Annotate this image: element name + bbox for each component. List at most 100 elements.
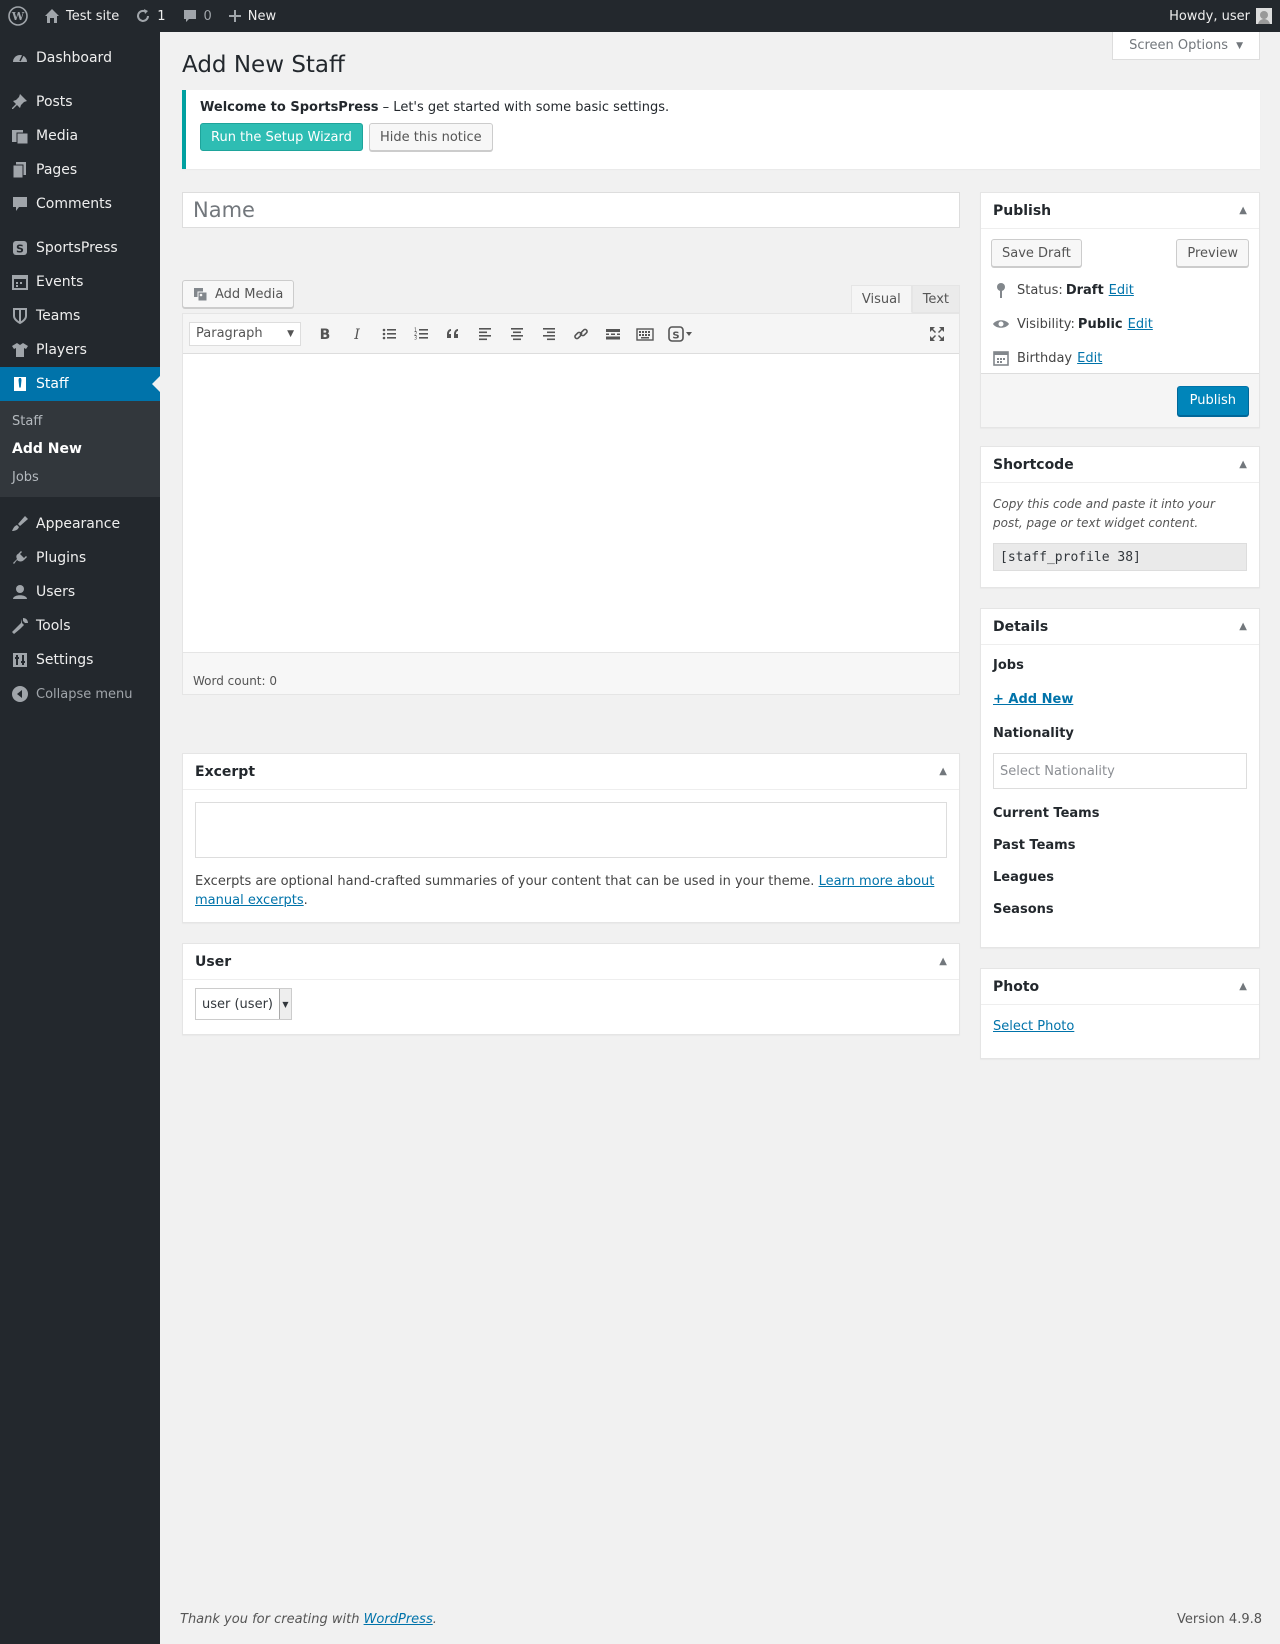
pin-icon (10, 92, 30, 112)
publish-button[interactable]: Publish (1176, 385, 1249, 416)
blockquote-icon[interactable] (437, 320, 469, 348)
collapse-arrow-icon[interactable]: ▲ (939, 766, 947, 777)
calendar-icon (10, 272, 30, 292)
menu-label: Plugins (36, 550, 87, 566)
align-left-icon[interactable] (469, 320, 501, 348)
wordpress-link[interactable]: WordPress (364, 1612, 433, 1627)
screen-options-button[interactable]: Screen Options ▼ (1112, 32, 1260, 60)
edit-status-link[interactable]: Edit (1109, 283, 1134, 298)
menu-dashboard[interactable]: Dashboard (0, 41, 160, 75)
excerpt-help-text: Excerpts are optional hand-crafted summa… (195, 874, 815, 889)
submenu-staff[interactable]: Staff (0, 407, 160, 435)
select-photo-link[interactable]: Select Photo (993, 1019, 1074, 1034)
shortcode-header[interactable]: Shortcode ▲ (981, 447, 1259, 483)
user-select-value: user (user) (202, 996, 273, 1012)
italic-icon[interactable]: I (341, 320, 373, 348)
menu-staff[interactable]: Staff (0, 367, 160, 401)
preview-button[interactable]: Preview (1176, 239, 1249, 267)
excerpt-title: Excerpt (195, 763, 256, 780)
keyboard-icon[interactable] (629, 320, 661, 348)
add-media-icon (193, 286, 209, 302)
menu-tools[interactable]: Tools (0, 609, 160, 643)
shortcode-field[interactable]: [staff_profile 38] (993, 543, 1247, 571)
comment-icon (182, 8, 198, 24)
comments-link[interactable]: 0 (174, 0, 220, 32)
excerpt-header[interactable]: Excerpt ▲ (183, 754, 959, 790)
nationality-select[interactable]: Select Nationality (993, 753, 1247, 789)
photo-box: Photo ▲ Select Photo (980, 968, 1260, 1059)
collapse-icon (10, 684, 30, 704)
edit-birthday-link[interactable]: Edit (1077, 351, 1102, 366)
bold-icon[interactable]: B (309, 320, 341, 348)
add-media-button[interactable]: Add Media (182, 280, 295, 308)
menu-sportspress[interactable]: S SportsPress (0, 231, 160, 265)
user-header[interactable]: User ▲ (183, 944, 959, 980)
details-header[interactable]: Details ▲ (981, 609, 1259, 645)
menu-players[interactable]: Players (0, 333, 160, 367)
collapse-arrow-icon[interactable]: ▲ (1239, 621, 1247, 632)
menu-appearance[interactable]: Appearance (0, 507, 160, 541)
menu-label: Collapse menu (36, 686, 133, 702)
collapse-arrow-icon[interactable]: ▲ (1239, 205, 1247, 216)
add-new-job-link[interactable]: + Add New (993, 687, 1247, 711)
align-right-icon[interactable] (533, 320, 565, 348)
updates-link[interactable]: 1 (127, 0, 173, 32)
editor-content[interactable] (183, 354, 959, 652)
svg-text:S: S (672, 330, 679, 341)
menu-label: SportsPress (36, 240, 118, 256)
menu-comments[interactable]: Comments (0, 187, 160, 221)
menu-pages[interactable]: Pages (0, 153, 160, 187)
publish-header[interactable]: Publish ▲ (981, 193, 1259, 229)
excerpt-textarea[interactable] (195, 802, 947, 858)
user-select[interactable]: user (user) ▼ (195, 988, 292, 1020)
menu-plugins[interactable]: Plugins (0, 541, 160, 575)
tab-text[interactable]: Text (911, 285, 960, 313)
refresh-icon (135, 8, 151, 24)
menu-posts[interactable]: Posts (0, 85, 160, 119)
wrench-icon (10, 616, 30, 636)
run-setup-wizard-button[interactable]: Run the Setup Wizard (200, 123, 363, 151)
account-menu[interactable]: Howdy, user (1161, 0, 1280, 32)
birthday-row: Birthday Edit (981, 341, 1259, 375)
wordpress-logo-icon[interactable]: W (0, 0, 36, 32)
plus-icon (228, 9, 242, 23)
read-more-icon[interactable] (597, 320, 629, 348)
save-draft-button[interactable]: Save Draft (991, 239, 1082, 267)
site-name-link[interactable]: Test site (36, 0, 127, 32)
format-select[interactable]: Paragraph ▼ (189, 321, 301, 346)
add-media-label: Add Media (215, 286, 284, 302)
svg-text:W: W (11, 10, 25, 23)
nationality-label: Nationality (993, 725, 1074, 741)
collapse-arrow-icon[interactable]: ▲ (1239, 981, 1247, 992)
new-content-link[interactable]: New (220, 0, 284, 32)
fullscreen-icon[interactable] (921, 320, 953, 348)
menu-events[interactable]: Events (0, 265, 160, 299)
collapse-arrow-icon[interactable]: ▲ (939, 956, 947, 967)
submenu-jobs[interactable]: Jobs (0, 463, 160, 491)
sportspress-shortcode-icon[interactable]: S (661, 320, 701, 348)
collapse-arrow-icon[interactable]: ▲ (1239, 459, 1247, 470)
link-icon[interactable] (565, 320, 597, 348)
title-input[interactable]: Name (182, 192, 960, 228)
menu-teams[interactable]: Teams (0, 299, 160, 333)
submenu-add-new[interactable]: Add New (0, 435, 160, 463)
menu-users[interactable]: Users (0, 575, 160, 609)
photo-header[interactable]: Photo ▲ (981, 969, 1259, 1005)
visibility-label: Visibility: (1017, 316, 1075, 332)
edit-visibility-link[interactable]: Edit (1128, 317, 1153, 332)
hide-notice-button[interactable]: Hide this notice (368, 123, 493, 151)
menu-label: Posts (36, 94, 73, 110)
align-center-icon[interactable] (501, 320, 533, 348)
visibility-value: Public (1077, 316, 1123, 332)
pin-icon (991, 282, 1011, 298)
tab-visual[interactable]: Visual (850, 285, 912, 313)
menu-media[interactable]: Media (0, 119, 160, 153)
menu-collapse[interactable]: Collapse menu (0, 677, 160, 711)
menu-label: Tools (36, 618, 71, 634)
shortcode-box: Shortcode ▲ Copy this code and paste it … (980, 446, 1260, 588)
numbered-list-icon[interactable]: 123 (405, 320, 437, 348)
menu-settings[interactable]: Settings (0, 643, 160, 677)
visibility-row: Visibility: Public Edit (981, 307, 1259, 341)
user-box: User ▲ user (user) ▼ (182, 943, 960, 1035)
bulleted-list-icon[interactable] (373, 320, 405, 348)
